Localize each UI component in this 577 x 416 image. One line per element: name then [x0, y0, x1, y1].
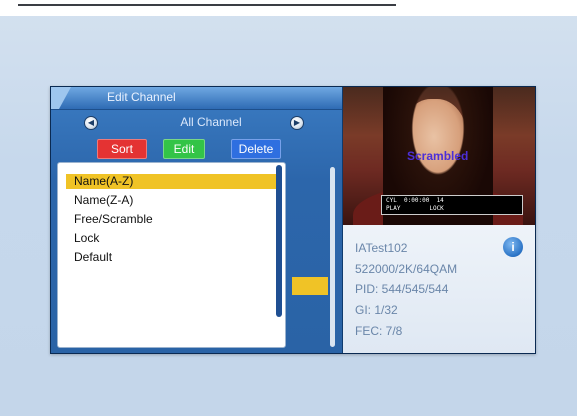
- channel-scrollbar[interactable]: [330, 167, 335, 347]
- dialog-title: Edit Channel: [107, 90, 176, 104]
- title-bar: Edit Channel: [51, 87, 342, 110]
- status-state: PLAY LOCK: [386, 205, 444, 212]
- playback-status-box: CYL 0:00:00 14 PLAY LOCK: [381, 195, 523, 215]
- pid-info: PID: 544/545/544: [355, 282, 449, 296]
- edit-tab-button[interactable]: Edit: [163, 139, 205, 159]
- channel-group-label: All Channel: [180, 115, 242, 129]
- list-item-name-z-a[interactable]: Name(Z-A): [66, 193, 278, 208]
- right-arrow-icon[interactable]: ▶: [290, 116, 304, 130]
- info-icon[interactable]: i: [503, 237, 523, 257]
- channel-position-marker: [292, 277, 328, 295]
- left-arrow-icon[interactable]: ◀: [84, 116, 98, 130]
- left-panel: Edit Channel ◀ All Channel ▶ Sort Edit D…: [51, 87, 342, 353]
- edit-channel-dialog: Edit Channel ◀ All Channel ▶ Sort Edit D…: [50, 86, 536, 354]
- video-preview: Scrambled CYL 0:00:00 14 PLAY LOCK: [343, 87, 535, 225]
- gi-info: GI: 1/32: [355, 303, 398, 317]
- sort-tab-button[interactable]: Sort: [97, 139, 147, 159]
- sort-options-list: Name(A-Z) Name(Z-A) Free/Scramble Lock D…: [57, 162, 286, 348]
- top-strip: [0, 0, 577, 16]
- status-time: CYL 0:00:00 14: [386, 197, 444, 204]
- list-item-default[interactable]: Default: [66, 250, 278, 265]
- list-item-lock[interactable]: Lock: [66, 231, 278, 246]
- list-scrollbar[interactable]: [276, 165, 282, 317]
- scrambled-label: Scrambled: [407, 149, 469, 163]
- frequency-info: 522000/2K/64QAM: [355, 262, 458, 276]
- top-divider: [18, 4, 396, 6]
- channel-info-panel: IATest102 522000/2K/64QAM PID: 544/545/5…: [343, 225, 535, 353]
- list-item-name-a-z[interactable]: Name(A-Z): [66, 174, 278, 189]
- channel-name: IATest102: [355, 241, 408, 255]
- list-item-free-scramble[interactable]: Free/Scramble: [66, 212, 278, 227]
- delete-tab-button[interactable]: Delete: [231, 139, 281, 159]
- fec-info: FEC: 7/8: [355, 324, 403, 338]
- title-tab: [51, 87, 71, 109]
